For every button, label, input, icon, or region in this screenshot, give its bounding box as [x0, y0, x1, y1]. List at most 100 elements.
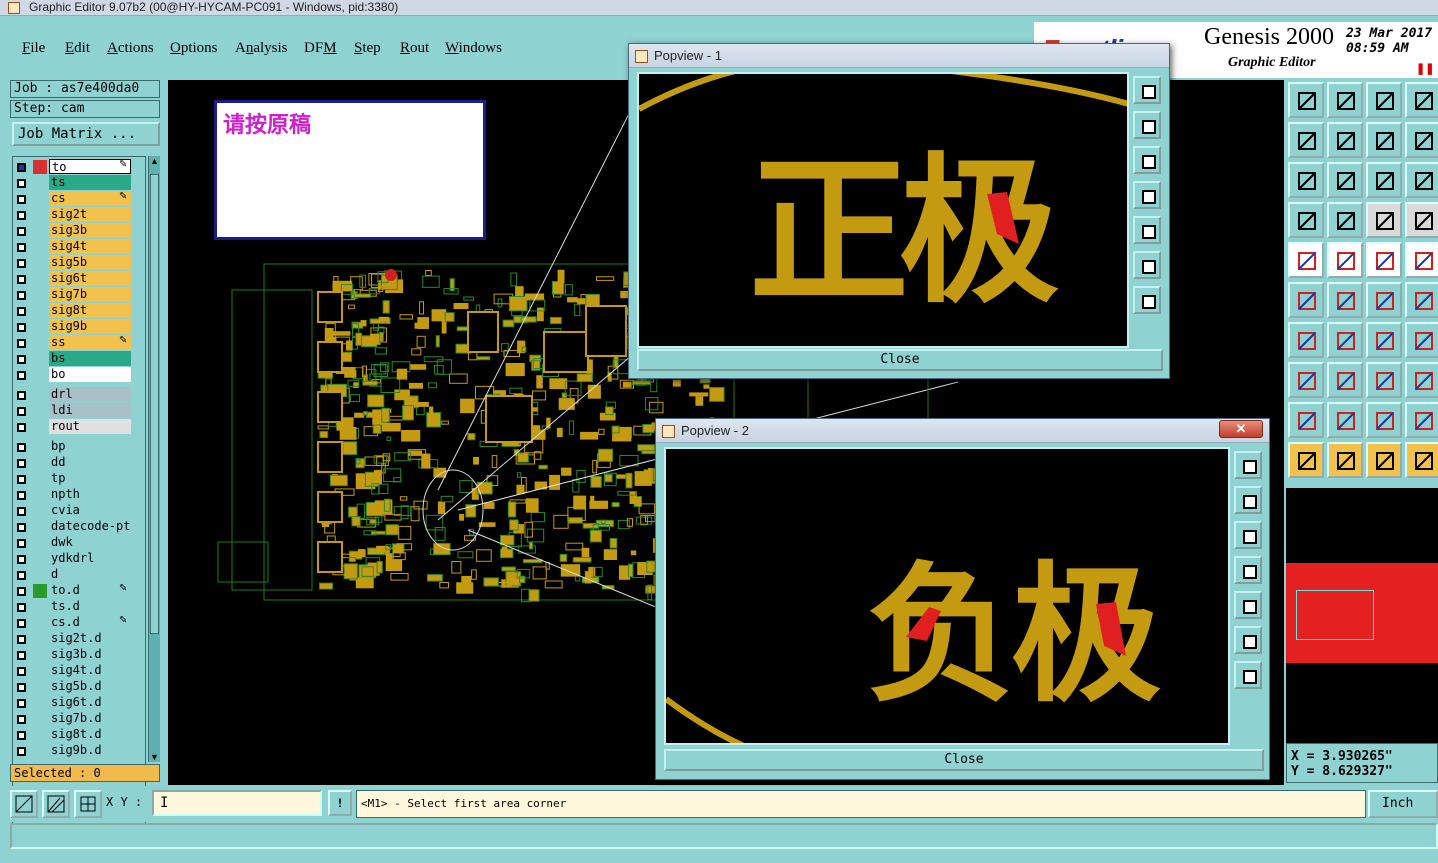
slash-icon[interactable]: [1327, 322, 1363, 358]
layer-row-sig5b-d[interactable]: sig5b.d: [13, 679, 145, 695]
overview-preview[interactable]: [1286, 488, 1438, 743]
pv-pan-down-icon[interactable]: [1234, 521, 1262, 549]
window-icon[interactable]: [1405, 82, 1438, 118]
layer-visible-checkbox[interactable]: [17, 339, 26, 348]
layer-visible-checkbox[interactable]: [17, 211, 26, 220]
layer-row-sig7b[interactable]: sig7b: [13, 287, 145, 303]
grid-icon[interactable]: [74, 790, 102, 818]
layer-visible-checkbox[interactable]: [17, 619, 26, 628]
arc-icon[interactable]: [1366, 322, 1402, 358]
fillet-icon[interactable]: [1405, 322, 1438, 358]
snap-angle-icon[interactable]: [42, 790, 70, 818]
measure-icon[interactable]: [1288, 202, 1324, 238]
pv-zoom-in-icon[interactable]: [1133, 251, 1161, 279]
layer-visible-checkbox[interactable]: [17, 555, 26, 564]
menu-actions[interactable]: Actions: [107, 40, 154, 57]
pointer-icon[interactable]: [1288, 442, 1324, 478]
layer-visible-checkbox[interactable]: [17, 635, 26, 644]
layer-visible-checkbox[interactable]: [17, 715, 26, 724]
layer-row-cs[interactable]: cs ✎: [13, 191, 145, 207]
layer-list-scrollbar[interactable]: ▲ ▼: [148, 156, 160, 762]
layer-visible-checkbox[interactable]: [17, 323, 26, 332]
line-icon[interactable]: [1288, 322, 1324, 358]
snap-corner-icon[interactable]: [10, 790, 38, 818]
layer-color-swatch[interactable]: [33, 584, 47, 598]
layer-visible-checkbox[interactable]: [17, 587, 26, 596]
window-close-icon[interactable]: ✕: [1219, 420, 1263, 438]
layer-visible-checkbox[interactable]: [17, 603, 26, 612]
net-alt-icon[interactable]: [1405, 202, 1438, 238]
polygon-icon[interactable]: [1327, 242, 1363, 278]
layer-visible-checkbox[interactable]: [17, 667, 26, 676]
layer-visible-checkbox[interactable]: [17, 423, 26, 432]
menu-rout[interactable]: Rout: [400, 40, 429, 57]
layer-color-swatch[interactable]: [33, 160, 47, 174]
move-right-icon[interactable]: [1327, 122, 1363, 158]
layer-row-sig2t-d[interactable]: sig2t.d: [13, 631, 145, 647]
pv-pan-down-icon[interactable]: [1133, 146, 1161, 174]
pointer-alt-icon[interactable]: [1327, 442, 1363, 478]
split-icon[interactable]: [1327, 362, 1363, 398]
layer-row-bp[interactable]: bp: [13, 439, 145, 455]
select-pad-icon[interactable]: [1288, 362, 1324, 398]
cluster-icon[interactable]: [1405, 362, 1438, 398]
arch-t-icon[interactable]: [1405, 402, 1438, 438]
popview-2-titlebar[interactable]: Popview - 2 ✕: [656, 419, 1269, 443]
xy-input[interactable]: I: [152, 790, 322, 816]
ruler-icon[interactable]: [1366, 242, 1402, 278]
pin-icon[interactable]: [1366, 282, 1402, 318]
cross-icon[interactable]: [1327, 282, 1363, 318]
help-icon[interactable]: [1405, 162, 1438, 198]
dot-icon[interactable]: [1405, 242, 1438, 278]
center-icon[interactable]: [1327, 162, 1363, 198]
layer-row-sig8t-d[interactable]: sig8t.d: [13, 727, 145, 743]
move-left-icon[interactable]: [1288, 122, 1324, 158]
arch-icon[interactable]: [1366, 402, 1402, 438]
pv-zoom-out-icon[interactable]: [1234, 661, 1262, 689]
popview-1-view[interactable]: 正 极: [637, 72, 1129, 348]
layer-visible-checkbox[interactable]: [17, 491, 26, 500]
layer-row-to[interactable]: to ✎: [13, 159, 145, 175]
layer-visible-checkbox[interactable]: [17, 475, 26, 484]
layer-visible-checkbox[interactable]: [17, 523, 26, 532]
pv-pan-up-icon[interactable]: [1133, 111, 1161, 139]
layer-visible-checkbox[interactable]: [17, 275, 26, 284]
alert-button[interactable]: !: [328, 790, 352, 816]
menu-step[interactable]: Step: [354, 40, 381, 57]
layer-visible-checkbox[interactable]: [17, 407, 26, 416]
layer-visible-checkbox[interactable]: [17, 747, 26, 756]
layer-row-sig7b-d[interactable]: sig7b.d: [13, 711, 145, 727]
pointer-rot-icon[interactable]: [1366, 442, 1402, 478]
popview-2-close-button[interactable]: Close: [664, 749, 1264, 771]
layer-row-sig4t-d[interactable]: sig4t.d: [13, 663, 145, 679]
layer-row-rout[interactable]: rout: [13, 419, 145, 435]
popview-1-titlebar[interactable]: Popview - 1: [629, 44, 1169, 68]
layer-row-sig8t[interactable]: sig8t: [13, 303, 145, 319]
layer-row-bs[interactable]: bs: [13, 351, 145, 367]
layer-visible-checkbox[interactable]: [17, 459, 26, 468]
grid-select-icon[interactable]: [1327, 202, 1363, 238]
layer-row-dd[interactable]: dd: [13, 455, 145, 471]
popview-2-view[interactable]: 负 极: [664, 447, 1230, 745]
layer-visible-checkbox[interactable]: [17, 443, 26, 452]
job-matrix-button[interactable]: Job Matrix ...: [12, 122, 160, 146]
pv-zoom-out-icon[interactable]: [1133, 286, 1161, 314]
triangle-icon[interactable]: [1288, 402, 1324, 438]
pv-pan-left-icon[interactable]: [1234, 556, 1262, 584]
net-icon[interactable]: [1366, 202, 1402, 238]
layer-row-sig4t[interactable]: sig4t: [13, 239, 145, 255]
layer-row-bo[interactable]: bo: [13, 367, 145, 383]
pad-add-icon[interactable]: [1288, 242, 1324, 278]
layer-row-sig3b[interactable]: sig3b: [13, 223, 145, 239]
layer-visible-checkbox[interactable]: [17, 195, 26, 204]
home-icon[interactable]: [1366, 82, 1402, 118]
layer-row-datecode-pte[interactable]: datecode-pte: [13, 519, 145, 535]
layer-visible-checkbox[interactable]: [17, 259, 26, 268]
layer-row-ts-d[interactable]: ts.d: [13, 599, 145, 615]
layer-row-sig6t[interactable]: sig6t: [13, 271, 145, 287]
layer-visible-checkbox[interactable]: [17, 507, 26, 516]
layer-visible-checkbox[interactable]: [17, 571, 26, 580]
layer-row-sig9b[interactable]: sig9b: [13, 319, 145, 335]
width-icon[interactable]: [1366, 362, 1402, 398]
layer-row-tp[interactable]: tp: [13, 471, 145, 487]
